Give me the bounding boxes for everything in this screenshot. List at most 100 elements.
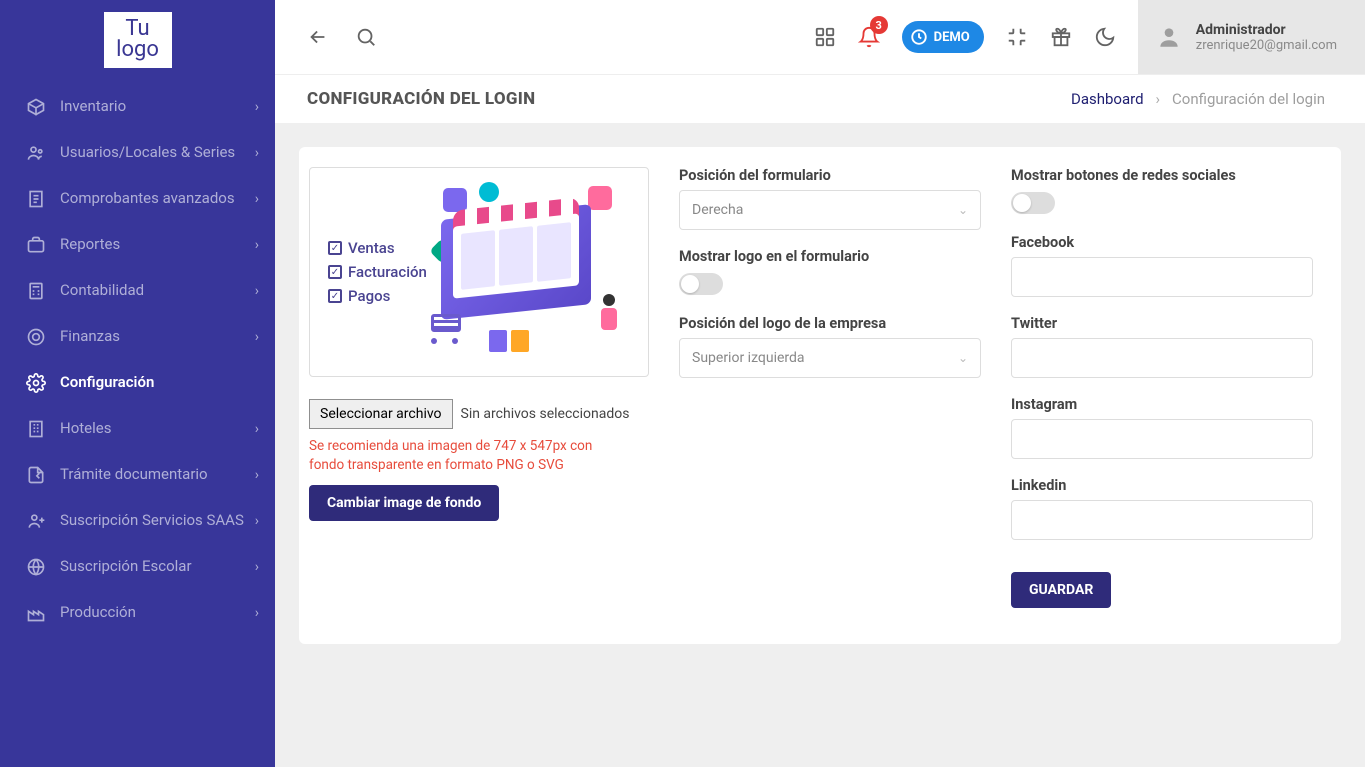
sidebar-item-label: Configuración bbox=[60, 373, 259, 393]
chevron-down-icon: ⌄ bbox=[958, 351, 968, 365]
breadcrumb-current: Configuración del login bbox=[1172, 90, 1325, 108]
sidebar-item-label: Comprobantes avanzados bbox=[60, 189, 255, 209]
notifications-bell-icon[interactable]: 3 bbox=[858, 26, 880, 48]
twitter-label: Twitter bbox=[1011, 315, 1313, 332]
sidebar: Tu logo Inventario›Usuarios/Locales & Se… bbox=[0, 0, 275, 767]
sidebar-item-label: Finanzas bbox=[60, 327, 255, 347]
form-position-value: Derecha bbox=[692, 202, 743, 218]
sidebar-item-label: Reportes bbox=[60, 235, 255, 255]
demo-chip[interactable]: DEMO bbox=[902, 21, 984, 53]
users-icon bbox=[26, 143, 46, 163]
chevron-right-icon: › bbox=[255, 283, 259, 299]
sidebar-nav: Inventario›Usuarios/Locales & Series›Com… bbox=[0, 84, 275, 767]
sync-icon bbox=[910, 28, 928, 46]
gear-icon bbox=[26, 373, 46, 393]
file-status: Sin archivos seleccionados bbox=[461, 406, 630, 422]
target-icon bbox=[26, 327, 46, 347]
chevron-right-icon: › bbox=[255, 605, 259, 621]
logo-position-select[interactable]: Superior izquierda ⌄ bbox=[679, 338, 981, 378]
building-icon bbox=[26, 419, 46, 439]
config-card: ✓ Ventas ✓ Facturación ✓ Pagos bbox=[299, 147, 1341, 644]
preview-line-1: Ventas bbox=[348, 239, 395, 257]
user-menu[interactable]: Administrador zrenrique20@gmail.com bbox=[1138, 0, 1365, 74]
globe-icon bbox=[26, 557, 46, 577]
sidebar-item-label: Suscripción Servicios SAAS bbox=[60, 511, 255, 531]
sidebar-item-label: Hoteles bbox=[60, 419, 255, 439]
chevron-down-icon: ⌄ bbox=[958, 203, 968, 217]
instagram-label: Instagram bbox=[1011, 396, 1313, 413]
apps-grid-icon[interactable] bbox=[814, 26, 836, 48]
demo-label: DEMO bbox=[934, 30, 970, 45]
sidebar-item-8[interactable]: Trámite documentario› bbox=[0, 452, 275, 498]
notification-count-badge: 3 bbox=[870, 16, 888, 34]
form-position-select[interactable]: Derecha ⌄ bbox=[679, 190, 981, 230]
chevron-right-icon: › bbox=[255, 559, 259, 575]
chevron-right-icon: › bbox=[255, 237, 259, 253]
search-icon[interactable] bbox=[355, 26, 377, 48]
back-arrow-icon[interactable] bbox=[307, 26, 329, 48]
logo-position-label: Posición del logo de la empresa bbox=[679, 315, 981, 332]
sidebar-item-label: Usuarios/Locales & Series bbox=[60, 143, 255, 163]
sidebar-item-5[interactable]: Finanzas› bbox=[0, 314, 275, 360]
sidebar-item-label: Suscripción Escolar bbox=[60, 557, 255, 577]
sidebar-item-11[interactable]: Producción› bbox=[0, 590, 275, 636]
logo-line2: logo bbox=[116, 40, 159, 61]
chevron-right-icon: › bbox=[255, 191, 259, 207]
sidebar-item-6[interactable]: Configuración bbox=[0, 360, 275, 406]
sidebar-item-7[interactable]: Hoteles› bbox=[0, 406, 275, 452]
sidebar-item-1[interactable]: Usuarios/Locales & Series› bbox=[0, 130, 275, 176]
check-icon: ✓ bbox=[328, 289, 342, 303]
show-logo-label: Mostrar logo en el formulario bbox=[679, 248, 981, 265]
instagram-input[interactable] bbox=[1011, 419, 1313, 459]
change-bg-button[interactable]: Cambiar image de fondo bbox=[309, 485, 499, 521]
form-position-label: Posición del formulario bbox=[679, 167, 981, 184]
sidebar-item-label: Contabilidad bbox=[60, 281, 255, 301]
user-email: zrenrique20@gmail.com bbox=[1196, 38, 1337, 53]
sidebar-item-3[interactable]: Reportes› bbox=[0, 222, 275, 268]
sidebar-item-10[interactable]: Suscripción Escolar› bbox=[0, 544, 275, 590]
sidebar-item-0[interactable]: Inventario› bbox=[0, 84, 275, 130]
select-file-button[interactable]: Seleccionar archivo bbox=[309, 399, 453, 429]
factory-icon bbox=[26, 603, 46, 623]
calculator-icon bbox=[26, 281, 46, 301]
preview-line-3: Pagos bbox=[348, 287, 390, 305]
chevron-right-icon: › bbox=[1156, 90, 1161, 108]
sidebar-item-4[interactable]: Contabilidad› bbox=[0, 268, 275, 314]
sidebar-item-label: Trámite documentario bbox=[60, 465, 255, 485]
illustration bbox=[435, 182, 630, 362]
social-toggle-label: Mostrar botones de redes sociales bbox=[1011, 167, 1313, 184]
save-button[interactable]: GUARDAR bbox=[1011, 572, 1111, 608]
gift-icon[interactable] bbox=[1050, 26, 1072, 48]
check-icon: ✓ bbox=[328, 265, 342, 279]
sidebar-item-label: Producción bbox=[60, 603, 255, 623]
chevron-right-icon: › bbox=[255, 421, 259, 437]
chevron-right-icon: › bbox=[255, 99, 259, 115]
main: 3 DEMO Administrador bbox=[275, 0, 1365, 767]
chevron-right-icon: › bbox=[255, 467, 259, 483]
avatar-icon bbox=[1156, 24, 1182, 50]
sidebar-item-9[interactable]: Suscripción Servicios SAAS› bbox=[0, 498, 275, 544]
breadcrumb-root[interactable]: Dashboard bbox=[1071, 90, 1144, 108]
linkedin-input[interactable] bbox=[1011, 500, 1313, 540]
chevron-right-icon: › bbox=[255, 329, 259, 345]
show-logo-toggle[interactable] bbox=[679, 273, 723, 295]
logo[interactable]: Tu logo bbox=[0, 0, 275, 84]
twitter-input[interactable] bbox=[1011, 338, 1313, 378]
package-icon bbox=[26, 97, 46, 117]
facebook-label: Facebook bbox=[1011, 234, 1313, 251]
chevron-right-icon: › bbox=[255, 145, 259, 161]
minimize-icon[interactable] bbox=[1006, 26, 1028, 48]
sidebar-item-2[interactable]: Comprobantes avanzados› bbox=[0, 176, 275, 222]
check-icon: ✓ bbox=[328, 241, 342, 255]
page-title: CONFIGURACIÓN DEL LOGIN bbox=[307, 89, 535, 109]
topbar: 3 DEMO Administrador bbox=[275, 0, 1365, 74]
linkedin-label: Linkedin bbox=[1011, 477, 1313, 494]
user-role: Administrador bbox=[1196, 22, 1337, 38]
login-preview: ✓ Ventas ✓ Facturación ✓ Pagos bbox=[309, 167, 649, 377]
facebook-input[interactable] bbox=[1011, 257, 1313, 297]
social-toggle[interactable] bbox=[1011, 192, 1055, 214]
preview-line-2: Facturación bbox=[348, 263, 427, 281]
breadcrumb: Dashboard › Configuración del login bbox=[1071, 90, 1325, 108]
moon-icon[interactable] bbox=[1094, 26, 1116, 48]
sidebar-item-label: Inventario bbox=[60, 97, 255, 117]
